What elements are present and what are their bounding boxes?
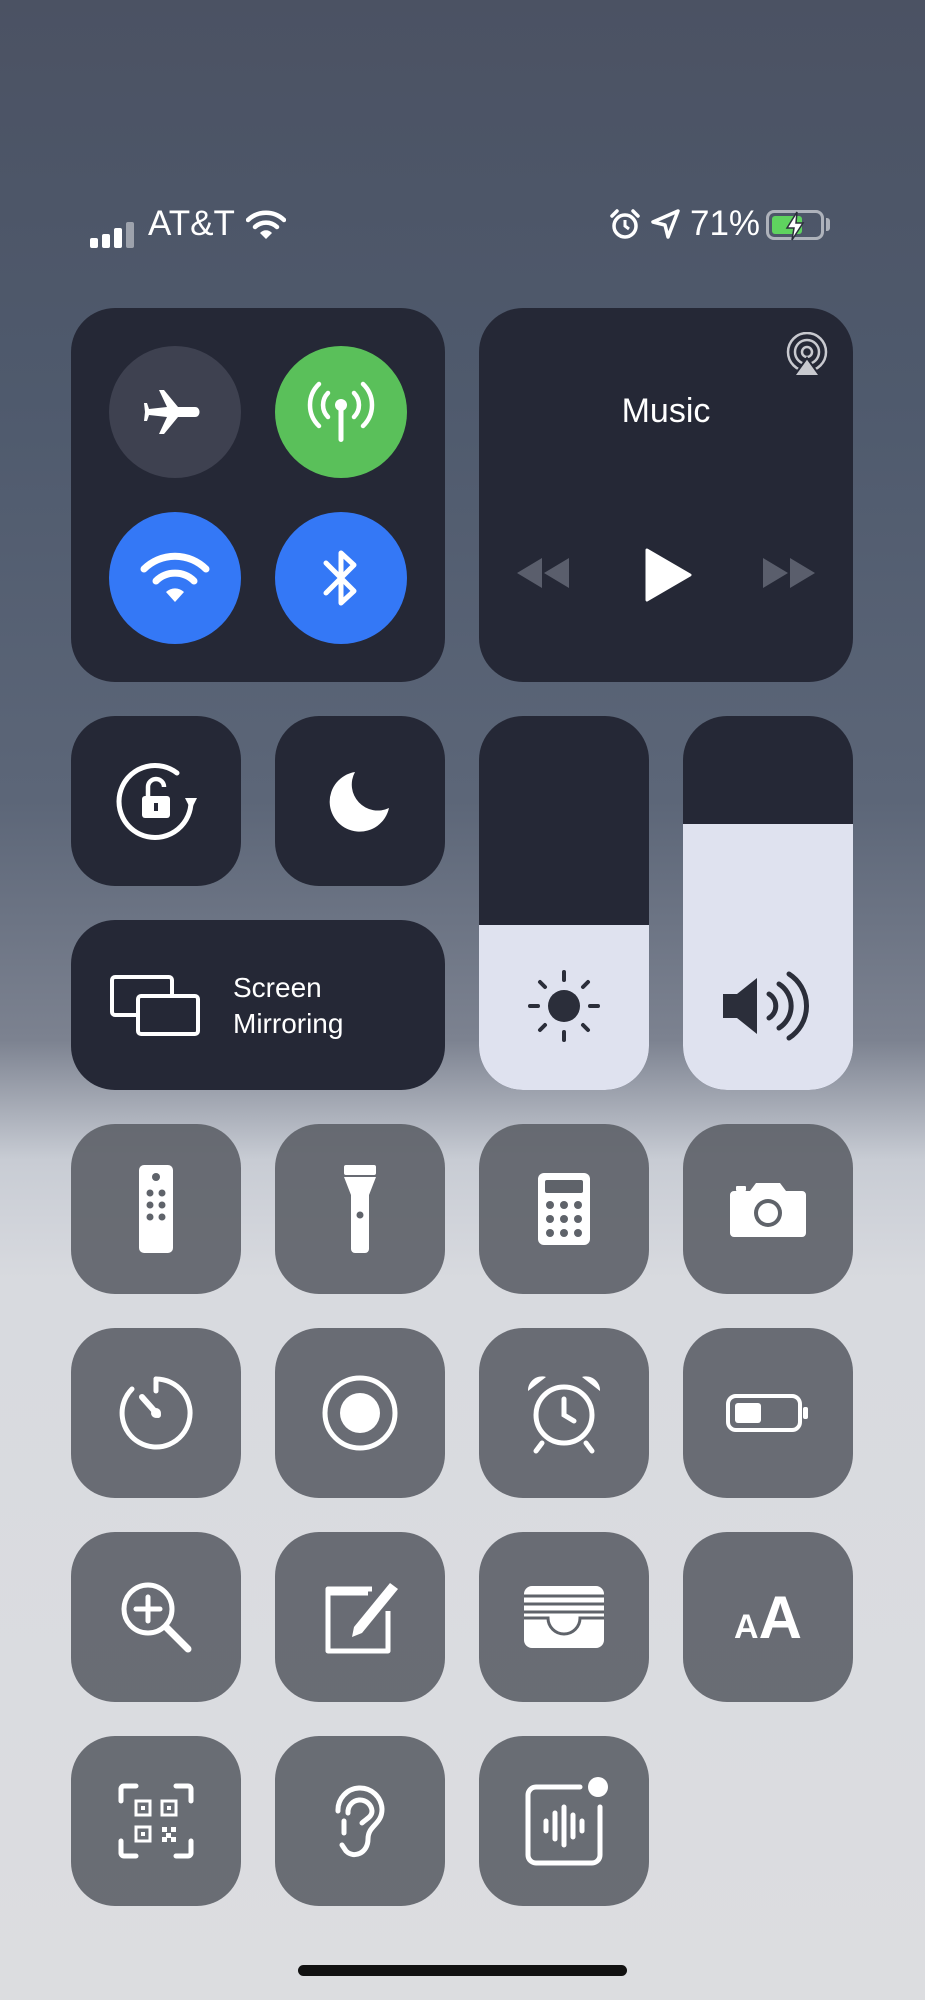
voice-memos-icon [525,1777,608,1866]
apple-tv-remote-icon [139,1165,173,1253]
text-size-small-a: A [734,1607,759,1646]
text-size-button[interactable]: AA [683,1532,853,1702]
wifi-icon [140,552,210,602]
do-not-disturb-button[interactable] [275,716,445,886]
screen-record-icon [322,1375,398,1451]
wifi-status-icon [245,210,287,247]
flashlight-icon [344,1165,376,1253]
camera-icon [730,1183,806,1237]
battery-percent: 71% [690,204,761,243]
low-power-mode-button[interactable] [683,1328,853,1498]
battery-charging-icon [766,210,824,241]
alarm-button[interactable] [479,1328,649,1498]
music-title: Music [621,392,711,430]
airplane-mode-button[interactable] [109,346,241,478]
notes-icon [325,1583,398,1654]
magnifier-icon [121,1582,192,1653]
alarm-status-icon [608,208,642,247]
cellular-data-button[interactable] [275,346,407,478]
hearing-icon [335,1785,385,1857]
voice-memos-button[interactable] [479,1736,649,1906]
flashlight-button[interactable] [275,1124,445,1294]
timer-icon [119,1376,193,1450]
qr-code-scanner-button[interactable] [71,1736,241,1906]
rewind-icon[interactable] [515,556,571,595]
play-icon[interactable] [643,548,693,607]
bluetooth-icon [323,550,357,606]
magnifier-button[interactable] [71,1532,241,1702]
music-panel[interactable]: Music [479,308,853,682]
brightness-slider[interactable] [479,716,649,1090]
camera-button[interactable] [683,1124,853,1294]
alarm-clock-icon [527,1376,601,1454]
screen-record-button[interactable] [275,1328,445,1498]
volume-icon [723,971,809,1041]
home-indicator[interactable] [298,1965,627,1976]
calculator-icon [538,1173,590,1245]
connectivity-panel [71,308,445,682]
calculator-button[interactable] [479,1124,649,1294]
brightness-icon [528,970,600,1042]
airplane-icon [144,390,200,434]
battery-nub [826,218,830,231]
screen-mirroring-icon [110,975,200,1036]
text-size-large-a: A [758,1583,802,1651]
signal-icon [90,222,134,248]
wallet-button[interactable] [479,1532,649,1702]
fast-forward-icon[interactable] [761,556,817,595]
low-power-mode-icon [726,1394,808,1432]
hearing-button[interactable] [275,1736,445,1906]
screen-mirroring-button[interactable]: Screen Mirroring [71,920,445,1090]
bluetooth-toggle-button[interactable] [275,512,407,644]
location-status-icon [650,208,682,245]
notes-button[interactable] [275,1532,445,1702]
timer-button[interactable] [71,1328,241,1498]
moon-icon [329,772,389,832]
rotation-lock-button[interactable] [71,716,241,886]
volume-slider[interactable] [683,716,853,1090]
apple-tv-remote-button[interactable] [71,1124,241,1294]
text-size-icon: AA [734,1583,802,1652]
wifi-toggle-button[interactable] [109,512,241,644]
screen-mirroring-label-line1: Screen [233,972,322,1003]
wallet-icon [524,1586,604,1648]
cellular-antenna-icon [307,381,375,442]
qr-code-scanner-icon [118,1783,194,1859]
volume-fill [683,824,853,1090]
rotation-lock-icon [116,763,197,840]
airplay-icon[interactable] [783,331,831,385]
carrier-name: AT&T [148,204,235,243]
screen-mirroring-label-line2: Mirroring [233,1008,344,1039]
